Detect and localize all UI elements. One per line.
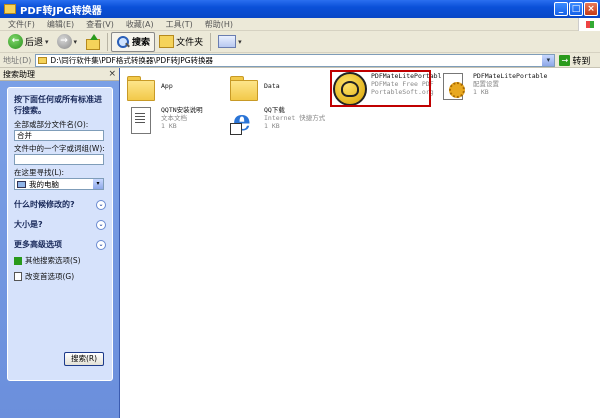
look-in-value: 我的电脑	[29, 179, 59, 189]
toolbar-divider	[107, 32, 109, 51]
folder-icon	[230, 72, 258, 101]
views-button[interactable]: ▾	[214, 32, 246, 52]
word-label: 文件中的一个字或词组(W):	[14, 144, 105, 153]
menu-bar: 文件(F) 编辑(E) 查看(V) 收藏(A) 工具(T) 帮助(H)	[0, 18, 600, 31]
folder-up-icon	[85, 34, 101, 50]
toolbar: ← 后退 ▾ → ▾ 搜索 文件夹 ▾	[0, 31, 600, 53]
settings-file-icon	[439, 72, 467, 100]
file-type: 配置设置	[473, 80, 499, 88]
menu-view[interactable]: 查看(V)	[80, 19, 120, 30]
highlight-box	[330, 70, 431, 107]
file-list: App Data PDFMateLitePortabl PDFMate Free…	[121, 68, 600, 418]
dropdown-arrow-icon[interactable]: ▾	[74, 38, 78, 46]
forward-arrow-icon: →	[56, 34, 72, 49]
address-label: 地址(D)	[3, 55, 32, 65]
folder-icon	[38, 56, 48, 64]
toolbar-divider	[210, 32, 212, 51]
folders-label: 文件夹	[176, 38, 204, 48]
file-type: Internet 快捷方式	[264, 114, 326, 122]
address-path: D:\同行软件集\PDF格式转换器\PDF转JPG转换器	[50, 55, 214, 65]
address-input[interactable]: D:\同行软件集\PDF格式转换器\PDF转JPG转换器 ▾	[35, 53, 556, 67]
search-form: 按下面任何或所有标准进行搜索。 全部或部分文件名(O): 合并 文件中的一个字或…	[7, 87, 113, 381]
size-section[interactable]: 大小是? ⌄	[14, 219, 106, 230]
look-in-select[interactable]: 我的电脑 ▾	[14, 178, 104, 190]
close-icon[interactable]: ×	[108, 68, 116, 81]
menu-favorites[interactable]: 收藏(A)	[120, 19, 160, 30]
file-name: QQTN安装说明	[161, 106, 203, 114]
windows-logo-icon	[578, 18, 600, 31]
file-size: 1 KB	[473, 88, 489, 96]
menu-tools[interactable]: 工具(T)	[160, 19, 199, 30]
file-item-qq[interactable]: QQ下载 Internet 快捷方式 1 KB	[230, 104, 326, 137]
chevron-down-icon[interactable]: ▾	[93, 179, 103, 189]
file-name: Data	[264, 82, 280, 90]
window-title: PDF转JPG转换器	[20, 5, 102, 17]
arrow-icon	[14, 256, 22, 265]
file-item-qqtn[interactable]: QQTN安装说明 文本文档 1 KB	[127, 106, 203, 134]
search-button[interactable]: 搜索	[111, 31, 156, 52]
go-arrow-icon: →	[559, 54, 571, 66]
up-button[interactable]	[81, 32, 104, 52]
maximize-button[interactable]: □	[569, 2, 583, 16]
document-icon	[14, 272, 22, 281]
file-size: 1 KB	[161, 122, 177, 130]
other-search-options-link[interactable]: 其他搜索选项(S)	[14, 255, 106, 266]
go-button[interactable]: → 转到	[559, 54, 590, 67]
menu-edit[interactable]: 编辑(E)	[41, 19, 80, 30]
chevron-down-icon[interactable]: ⌄	[96, 199, 106, 210]
file-name: App	[161, 82, 173, 90]
filename-label: 全部或部分文件名(O):	[14, 120, 89, 129]
text-file-icon	[127, 106, 155, 134]
search-instructions: 按下面任何或所有标准进行搜索。	[14, 95, 102, 115]
when-modified-section[interactable]: 什么时候修改的? ⌄	[14, 199, 106, 210]
close-button[interactable]: ×	[584, 2, 598, 16]
folder-icon	[4, 4, 16, 14]
file-item-data[interactable]: Data	[230, 72, 280, 101]
search-assistant-panel: 搜索助理 × 按下面任何或所有标准进行搜索。 全部或部分文件名(O): 合并 文…	[0, 68, 120, 418]
search-icon	[116, 35, 130, 49]
file-item-pdfmate-ini[interactable]: PDFMateLitePortable 配置设置 1 KB	[439, 72, 547, 100]
folders-icon	[159, 35, 175, 48]
dropdown-arrow-icon[interactable]: ▾	[238, 38, 242, 46]
go-label: 转到	[572, 56, 591, 67]
menu-file[interactable]: 文件(F)	[2, 19, 41, 30]
forward-button[interactable]: → ▾	[53, 32, 82, 52]
back-arrow-icon: ←	[8, 34, 23, 49]
back-label: 后退	[25, 38, 44, 48]
internet-shortcut-icon	[230, 104, 258, 137]
file-type: 文本文档	[161, 114, 187, 122]
file-name: PDFMateLitePortable	[473, 72, 548, 80]
word-input[interactable]	[14, 154, 104, 165]
address-bar: 地址(D) D:\同行软件集\PDF格式转换器\PDF转JPG转换器 ▾ → 转…	[0, 53, 600, 68]
change-preferences-link[interactable]: 改变首选项(G)	[14, 271, 106, 282]
menu-help[interactable]: 帮助(H)	[199, 19, 239, 30]
computer-icon	[17, 180, 26, 188]
file-name: QQ下载	[264, 106, 285, 114]
look-in-label: 在这里寻找(L):	[14, 168, 65, 177]
folder-icon	[127, 72, 155, 101]
search-label: 搜索	[132, 38, 151, 48]
back-button[interactable]: ← 后退 ▾	[4, 32, 53, 52]
search-submit-button[interactable]: 搜索(R)	[64, 352, 104, 366]
address-dropdown-icon[interactable]: ▾	[542, 54, 555, 66]
chevron-down-icon[interactable]: ⌄	[96, 219, 106, 230]
dropdown-arrow-icon[interactable]: ▾	[45, 38, 49, 46]
folders-button[interactable]: 文件夹	[155, 32, 207, 52]
file-size: 1 KB	[264, 122, 280, 130]
file-item-app[interactable]: App	[127, 72, 173, 101]
title-bar: PDF转JPG转换器 _ □ ×	[0, 0, 600, 18]
panel-header: 搜索助理 ×	[0, 68, 119, 81]
minimize-button[interactable]: _	[554, 2, 568, 16]
filename-input[interactable]: 合并	[14, 130, 104, 141]
advanced-section[interactable]: 更多高级选项 ⌄	[14, 239, 106, 250]
views-icon	[218, 35, 237, 48]
panel-title: 搜索助理	[3, 70, 35, 79]
chevron-down-icon[interactable]: ⌄	[96, 239, 106, 250]
